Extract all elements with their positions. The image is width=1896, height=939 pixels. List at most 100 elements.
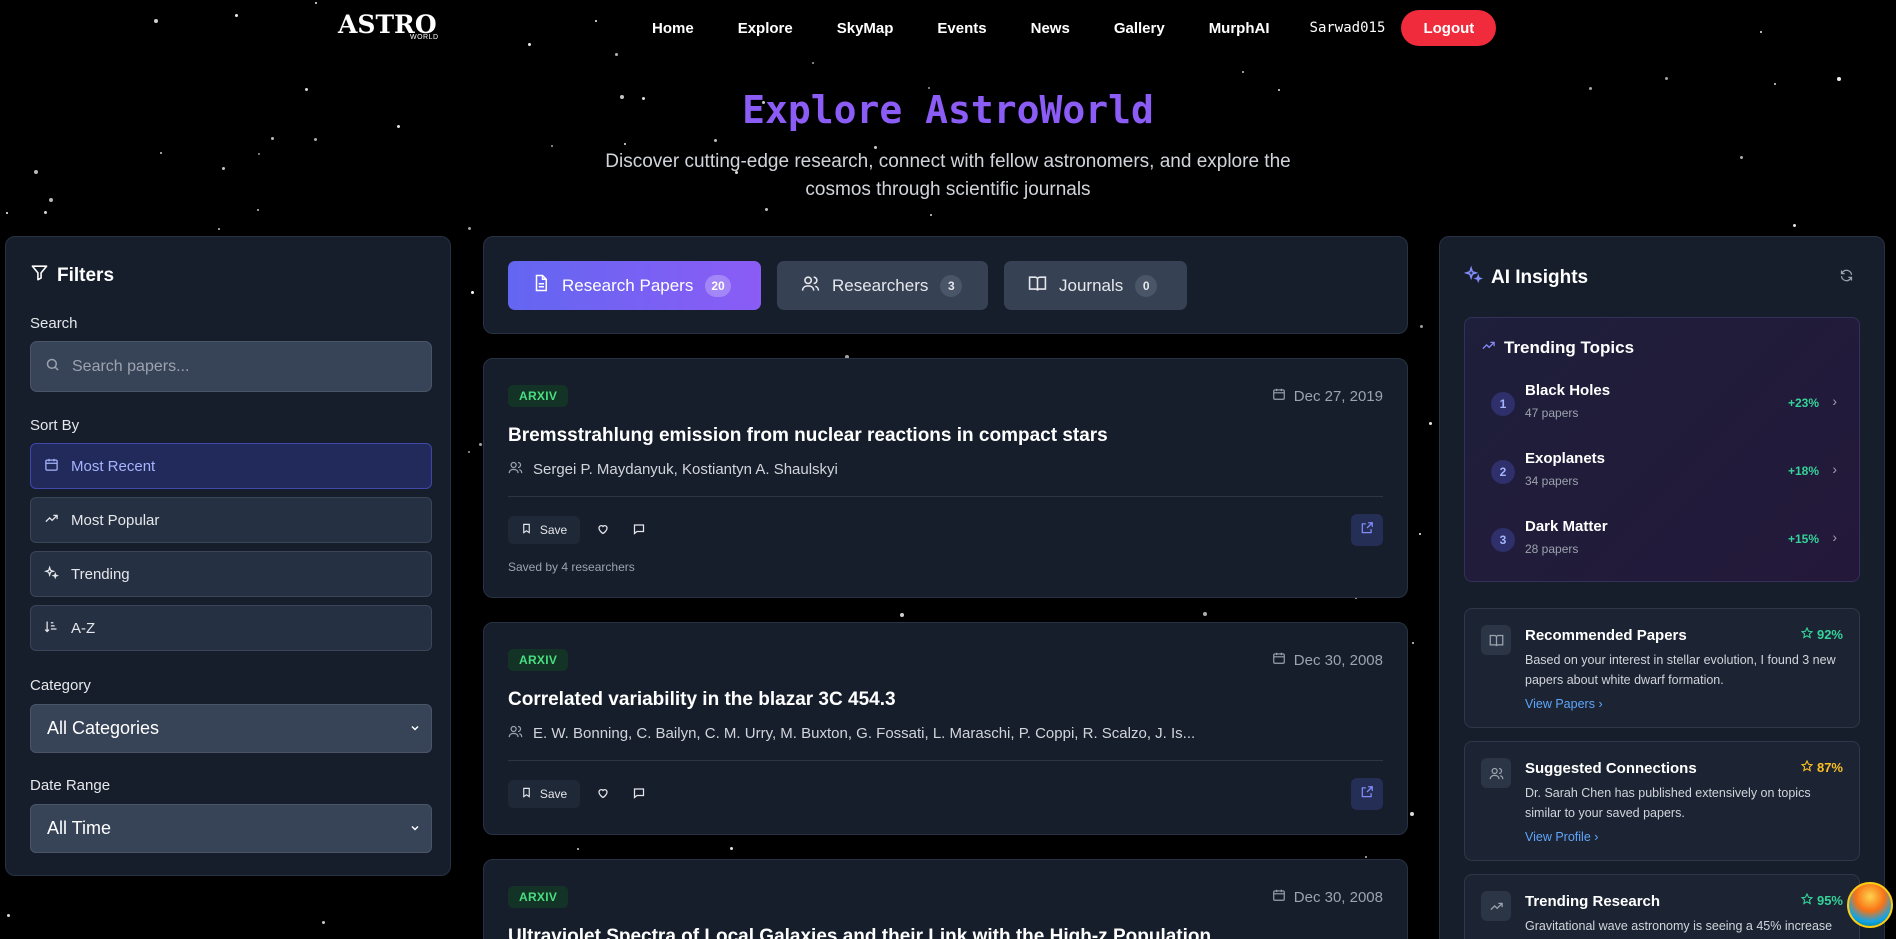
sort-most-popular[interactable]: Most Popular bbox=[30, 497, 432, 543]
star bbox=[314, 138, 317, 141]
message-icon bbox=[633, 787, 645, 802]
open-external-button[interactable] bbox=[1351, 514, 1383, 546]
refresh-icon[interactable] bbox=[1839, 268, 1854, 288]
nav-link-home[interactable]: Home bbox=[652, 20, 694, 37]
trending-topics-header: Trending Topics bbox=[1481, 338, 1634, 358]
paper-date-text: Dec 30, 2008 bbox=[1293, 651, 1383, 669]
star bbox=[7, 914, 10, 917]
insight-card-suggested-connections: Suggested Connections 87% Dr. Sarah Chen… bbox=[1464, 741, 1860, 861]
nav-username[interactable]: Sarwad015 bbox=[1310, 20, 1386, 36]
logout-button[interactable]: Logout bbox=[1401, 10, 1497, 46]
page-title: Explore AstroWorld bbox=[742, 88, 1154, 132]
nav-link-news[interactable]: News bbox=[1031, 20, 1070, 37]
open-external-button[interactable] bbox=[1351, 778, 1383, 810]
trending-topic-item[interactable]: 1 Black Holes 47 papers +23% › bbox=[1481, 380, 1845, 430]
save-button[interactable]: Save bbox=[508, 780, 580, 808]
star bbox=[1429, 422, 1432, 425]
nav-link-skymap[interactable]: SkyMap bbox=[837, 20, 894, 37]
star bbox=[49, 198, 53, 202]
star bbox=[730, 847, 733, 850]
topic-count: 28 papers bbox=[1525, 542, 1579, 556]
sort-trending[interactable]: Trending bbox=[30, 551, 432, 597]
tab-label: Researchers bbox=[832, 275, 929, 295]
trending-topic-item[interactable]: 2 Exoplanets 34 papers +18% › bbox=[1481, 448, 1845, 498]
link-label: View Profile bbox=[1525, 830, 1591, 844]
sort-a-z[interactable]: A-Z bbox=[30, 605, 432, 651]
link-label: View Papers bbox=[1525, 697, 1595, 711]
paper-title[interactable]: Ultraviolet Spectra of Local Galaxies an… bbox=[508, 926, 1211, 939]
source-badge: ARXIV bbox=[508, 649, 569, 671]
chevron-right-icon: › bbox=[1832, 529, 1837, 545]
filters-panel: Filters Search Sort By Most Recent Most … bbox=[5, 236, 451, 876]
paper-authors-text: E. W. Bonning, C. Bailyn, C. M. Urry, M.… bbox=[533, 725, 1196, 742]
star bbox=[271, 137, 274, 140]
tab-journals[interactable]: Journals 0 bbox=[1004, 261, 1187, 310]
ai-insights-title: AI Insights bbox=[1491, 266, 1589, 288]
insight-score-value: 92% bbox=[1816, 627, 1843, 642]
paper-card[interactable]: ARXIV Dec 30, 2008 Ultraviolet Spectra o… bbox=[483, 859, 1408, 939]
users-icon bbox=[508, 460, 533, 479]
star bbox=[468, 451, 470, 453]
nav-link-events[interactable]: Events bbox=[937, 20, 986, 37]
topic-name: Exoplanets bbox=[1525, 450, 1606, 467]
category-select[interactable]: All Categories bbox=[30, 704, 432, 753]
insight-title: Suggested Connections bbox=[1525, 760, 1697, 777]
chevron-down-icon bbox=[409, 718, 421, 739]
paper-title[interactable]: Correlated variability in the blazar 3C … bbox=[508, 689, 896, 711]
search-icon bbox=[45, 357, 60, 377]
filters-title: Filters bbox=[57, 264, 115, 286]
tab-researchers[interactable]: Researchers 3 bbox=[777, 261, 988, 310]
paper-title[interactable]: Bremsstrahlung emission from nuclear rea… bbox=[508, 425, 1108, 447]
star bbox=[1410, 812, 1414, 816]
heart-icon bbox=[597, 523, 609, 538]
like-button[interactable] bbox=[590, 780, 616, 808]
nav-link-murphai[interactable]: MurphAI bbox=[1209, 20, 1270, 37]
paper-card[interactable]: ARXIV Dec 30, 2008 Correlated variabilit… bbox=[483, 622, 1408, 835]
date-range-select[interactable]: All Time bbox=[30, 804, 432, 853]
like-button[interactable] bbox=[590, 516, 616, 544]
message-icon bbox=[633, 523, 645, 538]
bookmark-icon bbox=[521, 523, 540, 537]
insight-card-trending-research: Trending Research 95% Gravitational wave… bbox=[1464, 874, 1860, 939]
external-link-icon bbox=[1360, 521, 1374, 540]
star bbox=[1365, 856, 1367, 858]
trending-topic-item[interactable]: 3 Dark Matter 28 papers +15% › bbox=[1481, 516, 1845, 566]
sort-most-recent[interactable]: Most Recent bbox=[30, 443, 432, 489]
insight-card-recommended-papers: Recommended Papers 92% Based on your int… bbox=[1464, 608, 1860, 728]
search-input[interactable] bbox=[72, 357, 402, 376]
sort-option-label: Trending bbox=[71, 565, 130, 583]
trending-up-icon bbox=[1481, 338, 1504, 358]
users-icon bbox=[1481, 758, 1511, 788]
trending-up-icon bbox=[1481, 891, 1511, 921]
star bbox=[6, 212, 8, 214]
paper-card[interactable]: ARXIV Dec 27, 2019 Bremsstrahlung emissi… bbox=[483, 358, 1408, 598]
divider bbox=[508, 496, 1383, 497]
star bbox=[471, 291, 474, 294]
nav-link-gallery[interactable]: Gallery bbox=[1114, 20, 1165, 37]
comment-button[interactable] bbox=[626, 780, 652, 808]
save-button[interactable]: Save bbox=[508, 516, 580, 544]
users-icon bbox=[508, 724, 533, 743]
star bbox=[1740, 156, 1743, 159]
search-field[interactable] bbox=[30, 341, 432, 392]
insight-body: Dr. Sarah Chen has published extensively… bbox=[1525, 786, 1811, 820]
insight-title: Recommended Papers bbox=[1525, 627, 1687, 644]
floating-assistant-avatar[interactable] bbox=[1847, 882, 1893, 928]
nav-link-explore[interactable]: Explore bbox=[738, 20, 793, 37]
paper-authors-text: Sergei P. Maydanyuk, Kostiantyn A. Shaul… bbox=[533, 461, 838, 478]
star bbox=[930, 214, 932, 216]
view-papers-link[interactable]: View Papers › bbox=[1525, 697, 1603, 711]
star-icon bbox=[1800, 759, 1817, 775]
book-open-icon bbox=[1028, 274, 1059, 298]
star bbox=[714, 139, 717, 142]
external-link-icon bbox=[1360, 785, 1374, 804]
calendar-icon bbox=[44, 457, 71, 476]
tab-research-papers[interactable]: Research Papers 20 bbox=[508, 261, 761, 310]
topic-count: 34 papers bbox=[1525, 474, 1579, 488]
view-profile-link[interactable]: View Profile › bbox=[1525, 830, 1598, 844]
saved-by-count: Saved by 4 researchers bbox=[508, 560, 635, 574]
trending-topics-title: Trending Topics bbox=[1504, 338, 1635, 357]
comment-button[interactable] bbox=[626, 516, 652, 544]
heart-icon bbox=[597, 787, 609, 802]
sort-option-label: Most Recent bbox=[71, 457, 156, 475]
